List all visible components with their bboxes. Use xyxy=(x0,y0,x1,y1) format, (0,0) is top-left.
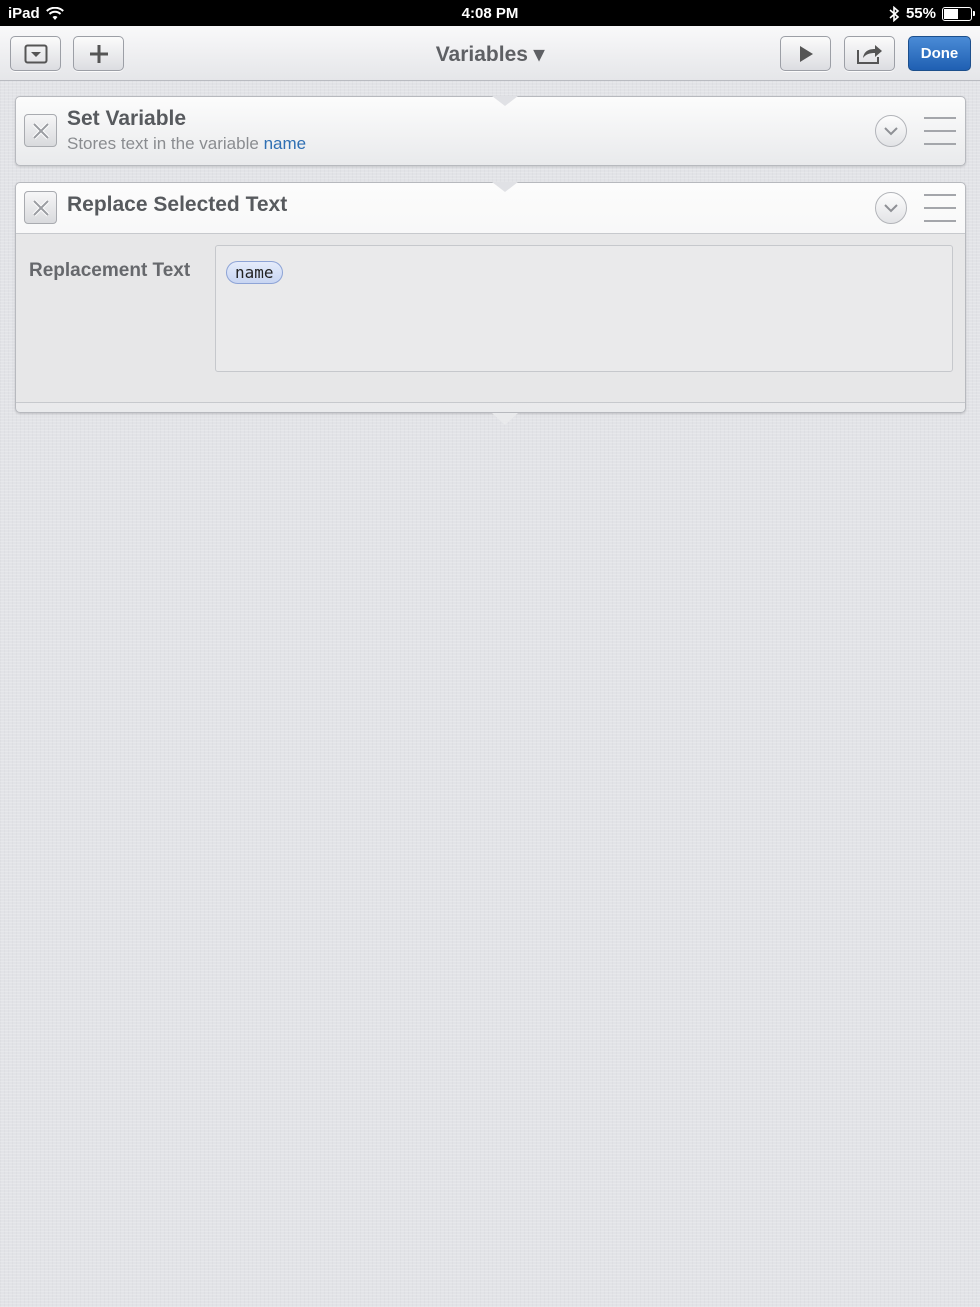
action-set-variable[interactable]: Set Variable Stores text in the variable… xyxy=(15,96,966,166)
variable-name-link[interactable]: name xyxy=(264,134,307,153)
toolbar: Variables ▾ Done xyxy=(0,26,980,81)
delete-action-button[interactable] xyxy=(24,114,57,147)
collapse-action-button[interactable] xyxy=(875,115,907,147)
done-button[interactable]: Done xyxy=(908,36,971,71)
close-icon xyxy=(32,122,49,139)
battery-icon xyxy=(942,6,975,21)
chevron-down-icon xyxy=(884,204,898,213)
action-title: Set Variable xyxy=(67,107,187,130)
status-time: 4:08 PM xyxy=(461,5,519,22)
run-button[interactable] xyxy=(780,36,831,71)
close-icon xyxy=(32,199,49,216)
bluetooth-icon xyxy=(889,5,900,22)
replacement-text-field[interactable]: name xyxy=(215,245,953,372)
variable-token[interactable]: name xyxy=(226,261,283,284)
battery-percent: 55% xyxy=(905,5,936,22)
battery-fill xyxy=(944,8,958,19)
action-subtitle-text: Stores text in the variable xyxy=(67,134,259,153)
connector-notch xyxy=(492,182,518,192)
connector-notch xyxy=(492,96,518,106)
reorder-handle-icon[interactable] xyxy=(924,117,956,145)
action-subtitle: Stores text in the variable name xyxy=(67,134,306,154)
action-title: Replace Selected Text xyxy=(67,193,288,216)
connector-notch-bottom xyxy=(492,413,518,425)
action-parameters: Replacement Text name xyxy=(16,233,965,403)
chevron-down-icon xyxy=(884,127,898,136)
replacement-text-label: Replacement Text xyxy=(29,260,191,281)
delete-action-button[interactable] xyxy=(24,191,57,224)
collapse-action-button[interactable] xyxy=(875,192,907,224)
share-button[interactable] xyxy=(844,36,895,71)
reorder-handle-icon[interactable] xyxy=(924,194,956,222)
status-bar: iPad 4:08 PM 55% xyxy=(0,0,980,26)
share-icon xyxy=(856,44,882,64)
play-icon xyxy=(799,45,813,62)
workflow-title[interactable]: Variables ▾ xyxy=(0,42,980,67)
action-replace-selected-text[interactable]: Replace Selected Text Replacement Text n… xyxy=(15,182,966,425)
